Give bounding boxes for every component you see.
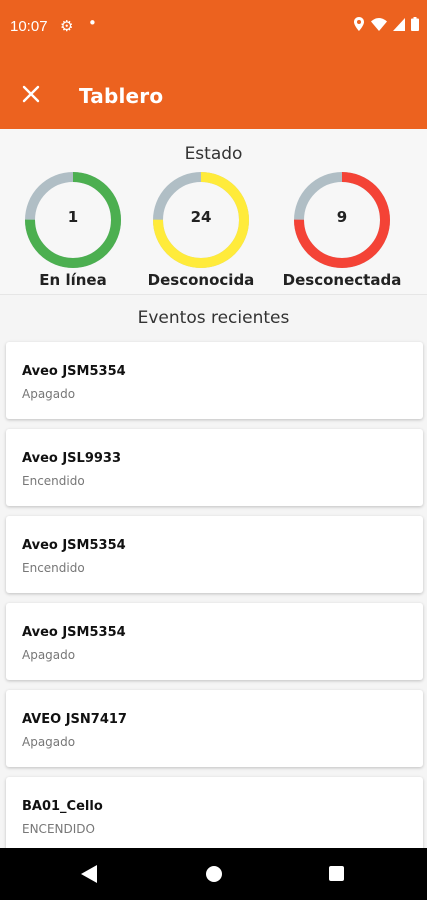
page-title: Tablero bbox=[79, 84, 164, 108]
location-icon bbox=[354, 17, 364, 31]
gear-icon: ⚙ bbox=[60, 17, 74, 35]
home-icon[interactable] bbox=[206, 866, 222, 882]
battery-icon bbox=[411, 17, 419, 31]
status-time: 10:07 bbox=[10, 18, 48, 35]
gauge-desconectada[interactable]: 9 bbox=[292, 170, 392, 270]
close-icon bbox=[22, 85, 40, 103]
event-card[interactable]: Aveo JSL9933 Encendido bbox=[6, 429, 423, 506]
event-card[interactable]: BA01_Cello ENCENDIDO bbox=[6, 777, 423, 854]
close-button[interactable] bbox=[18, 81, 44, 107]
event-card[interactable]: AVEO JSN7417 Apagado bbox=[6, 690, 423, 767]
event-title: Aveo JSL9933 bbox=[22, 451, 122, 466]
estado-section: Estado 1 En línea 24 Desconocida 9 Desco… bbox=[0, 129, 427, 295]
status-bar: 10:07 ⚙ • bbox=[0, 0, 427, 56]
gauge-en-linea[interactable]: 1 bbox=[23, 170, 123, 270]
recents-icon[interactable] bbox=[329, 866, 344, 881]
estado-title: Estado bbox=[184, 144, 243, 164]
event-title: Aveo JSM5354 bbox=[22, 625, 126, 640]
event-card[interactable]: Aveo JSM5354 Encendido bbox=[6, 516, 423, 593]
signal-icon bbox=[393, 17, 405, 31]
event-status: Encendido bbox=[22, 561, 85, 575]
event-status: Apagado bbox=[22, 387, 76, 401]
event-card[interactable]: Aveo JSM5354 Apagado bbox=[6, 342, 423, 419]
event-card[interactable]: Aveo JSM5354 Apagado bbox=[6, 603, 423, 680]
status-icons bbox=[353, 17, 419, 31]
event-status: Encendido bbox=[22, 474, 85, 488]
dot-icon: • bbox=[88, 14, 97, 32]
wifi-icon bbox=[371, 17, 387, 31]
event-title: Aveo JSM5354 bbox=[22, 364, 126, 379]
back-icon[interactable] bbox=[81, 865, 97, 883]
event-status: ENCENDIDO bbox=[22, 822, 95, 836]
events-title: Eventos recientes bbox=[137, 308, 290, 328]
event-status: Apagado bbox=[22, 648, 76, 662]
gauge-label: Desconocida bbox=[147, 271, 255, 289]
gauge-value: 24 bbox=[190, 208, 212, 226]
gauge-label: Desconectada bbox=[282, 271, 402, 289]
gauge-label: En línea bbox=[39, 271, 107, 289]
app-bar: Tablero bbox=[0, 56, 427, 129]
event-status: Apagado bbox=[22, 735, 76, 749]
event-title: AVEO JSN7417 bbox=[22, 712, 127, 727]
navigation-bar bbox=[0, 848, 427, 900]
event-title: BA01_Cello bbox=[22, 799, 103, 814]
event-title: Aveo JSM5354 bbox=[22, 538, 126, 553]
gauge-desconocida[interactable]: 24 bbox=[151, 170, 251, 270]
gauge-value: 9 bbox=[336, 208, 348, 226]
gauge-value: 1 bbox=[67, 208, 79, 226]
